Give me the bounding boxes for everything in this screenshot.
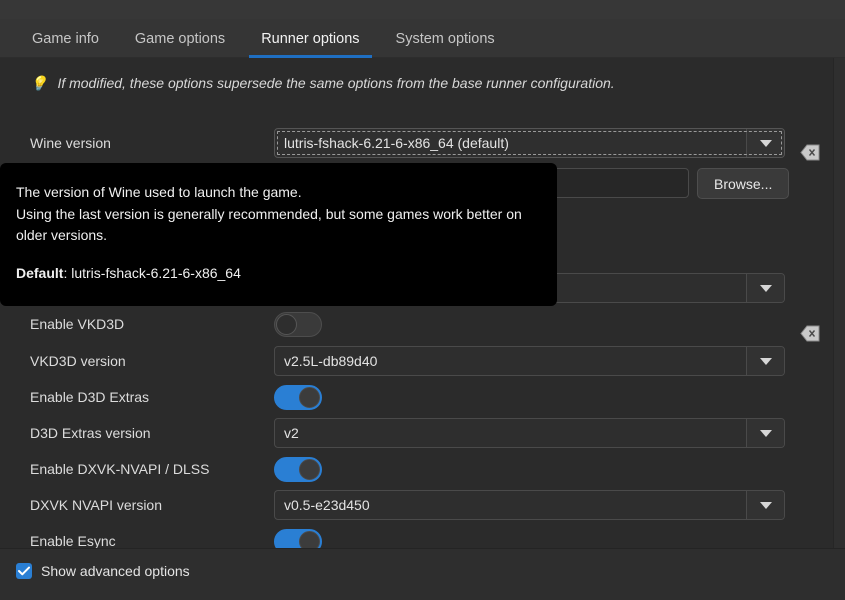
vkd3d-version-label: VKD3D version xyxy=(30,353,126,369)
vkd3d-version-combo[interactable]: v2.5L-db89d40 xyxy=(274,346,785,376)
tab-system-options[interactable]: System options xyxy=(378,19,513,58)
dxvk-nvapi-version-label: DXVK NVAPI version xyxy=(30,497,162,513)
dxvk-nvapi-version-value: v0.5-e23d450 xyxy=(275,497,746,513)
tab-game-info-label: Game info xyxy=(32,31,99,47)
enable-dxvk-nvapi-label: Enable DXVK-NVAPI / DLSS xyxy=(30,461,209,477)
vkd3d-version-value: v2.5L-db89d40 xyxy=(275,353,746,369)
row-enable-dxvk-nvapi: Enable DXVK-NVAPI / DLSS xyxy=(0,451,833,487)
enable-esync-toggle[interactable] xyxy=(274,529,322,549)
tab-system-options-label: System options xyxy=(396,31,495,47)
tab-game-info[interactable]: Game info xyxy=(14,19,117,58)
d3d-extras-version-combo[interactable]: v2 xyxy=(274,418,785,448)
tab-game-options[interactable]: Game options xyxy=(117,19,243,58)
window-top-strip xyxy=(0,0,845,19)
tooltip-line-2: Using the last version is generally reco… xyxy=(16,204,537,247)
enable-esync-label: Enable Esync xyxy=(30,533,116,548)
row-vkd3d-version: VKD3D version v2.5L-db89d40 xyxy=(0,343,833,379)
enable-vkd3d-toggle[interactable] xyxy=(274,312,322,337)
panel-right-edge xyxy=(833,58,845,548)
enable-dxvk-nvapi-toggle[interactable] xyxy=(274,457,322,482)
show-advanced-options-label: Show advanced options xyxy=(41,563,190,579)
tab-game-options-label: Game options xyxy=(135,31,225,47)
d3d-extras-version-value: v2 xyxy=(275,425,746,441)
row-enable-vkd3d: Enable VKD3D xyxy=(0,306,833,342)
enable-vkd3d-reset-icon[interactable] xyxy=(800,325,820,342)
tab-runner-options[interactable]: Runner options xyxy=(243,19,377,58)
chevron-down-icon[interactable] xyxy=(746,347,784,375)
supersede-hint: 💡 If modified, these options supersede t… xyxy=(30,75,615,91)
enable-d3d-extras-toggle[interactable] xyxy=(274,385,322,410)
enable-d3d-extras-label: Enable D3D Extras xyxy=(30,389,149,405)
browse-button[interactable]: Browse... xyxy=(697,168,789,199)
tab-runner-options-label: Runner options xyxy=(261,31,359,47)
lutris-game-configuration-window: Game info Game options Runner options Sy… xyxy=(0,0,845,600)
chevron-down-icon[interactable] xyxy=(746,419,784,447)
checkmark-icon xyxy=(16,563,32,579)
browse-button-label: Browse... xyxy=(714,176,772,192)
tooltip-default-row: Default: lutris-fshack-6.21-6-x86_64 xyxy=(16,263,537,285)
show-advanced-options-checkbox[interactable]: Show advanced options xyxy=(16,563,190,579)
dxvk-nvapi-version-combo[interactable]: v0.5-e23d450 xyxy=(274,490,785,520)
enable-vkd3d-label: Enable VKD3D xyxy=(30,316,124,332)
dialog-footer: Show advanced options Cancel Save xyxy=(0,548,845,600)
tooltip-default-label: Default xyxy=(16,265,63,281)
d3d-extras-version-label: D3D Extras version xyxy=(30,425,151,441)
wine-version-value: lutris-fshack-6.21-6-x86_64 (default) xyxy=(275,135,746,151)
wine-version-tooltip: The version of Wine used to launch the g… xyxy=(0,163,557,306)
lightbulb-icon: 💡 xyxy=(30,76,47,90)
row-dxvk-nvapi-version: DXVK NVAPI version v0.5-e23d450 xyxy=(0,487,833,523)
row-enable-d3d-extras: Enable D3D Extras xyxy=(0,379,833,415)
chevron-down-icon[interactable] xyxy=(746,274,784,302)
tooltip-line-1: The version of Wine used to launch the g… xyxy=(16,182,537,204)
wine-version-combo[interactable]: lutris-fshack-6.21-6-x86_64 (default) xyxy=(274,128,785,158)
chevron-down-icon[interactable] xyxy=(746,491,784,519)
row-wine-version: Wine version lutris-fshack-6.21-6-x86_64… xyxy=(0,125,833,161)
chevron-down-icon[interactable] xyxy=(746,129,784,157)
supersede-hint-text: If modified, these options supersede the… xyxy=(57,75,614,91)
wine-version-label: Wine version xyxy=(30,135,111,151)
tab-bar: Game info Game options Runner options Sy… xyxy=(0,19,845,58)
row-enable-esync: Enable Esync xyxy=(0,523,833,548)
row-d3d-extras-version: D3D Extras version v2 xyxy=(0,415,833,451)
tooltip-default-value: lutris-fshack-6.21-6-x86_64 xyxy=(71,265,241,281)
wine-version-reset-icon[interactable] xyxy=(800,144,820,161)
